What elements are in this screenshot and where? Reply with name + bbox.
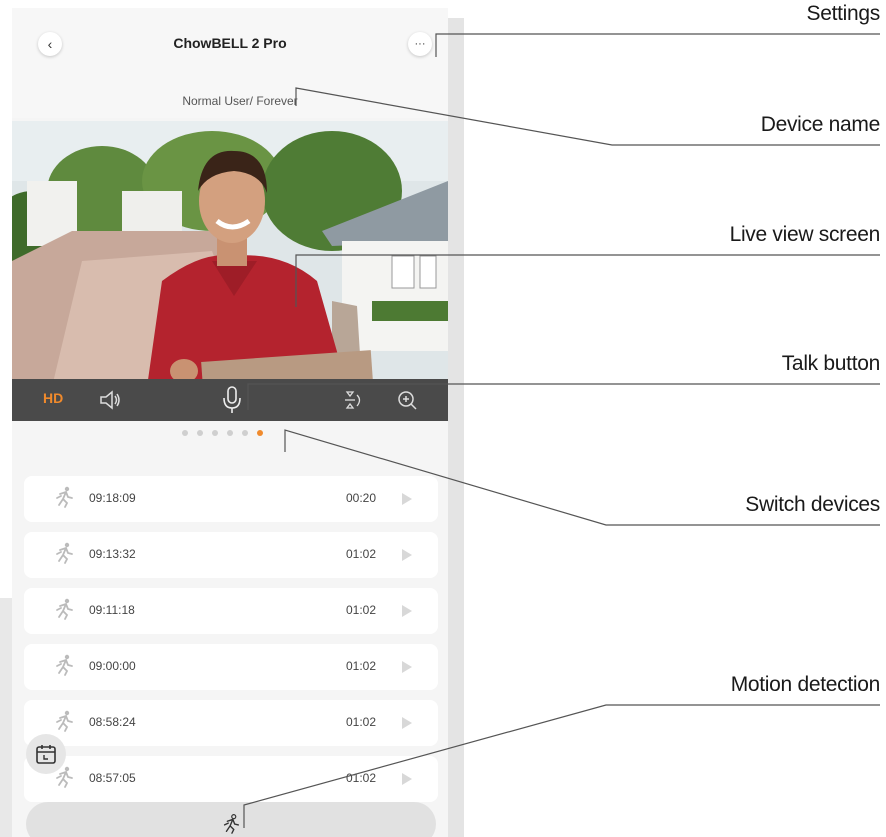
- annotation-device-name: Device name: [760, 113, 881, 136]
- annotation-talk-button: Talk button: [781, 352, 881, 375]
- annotation-switch-devices: Switch devices: [745, 493, 880, 516]
- annotation-live-view: Live view screen: [729, 223, 881, 246]
- annotation-motion-detection: Motion detection: [730, 673, 881, 696]
- annotation-lines: [243, 33, 880, 828]
- annotation-settings: Settings: [806, 2, 881, 25]
